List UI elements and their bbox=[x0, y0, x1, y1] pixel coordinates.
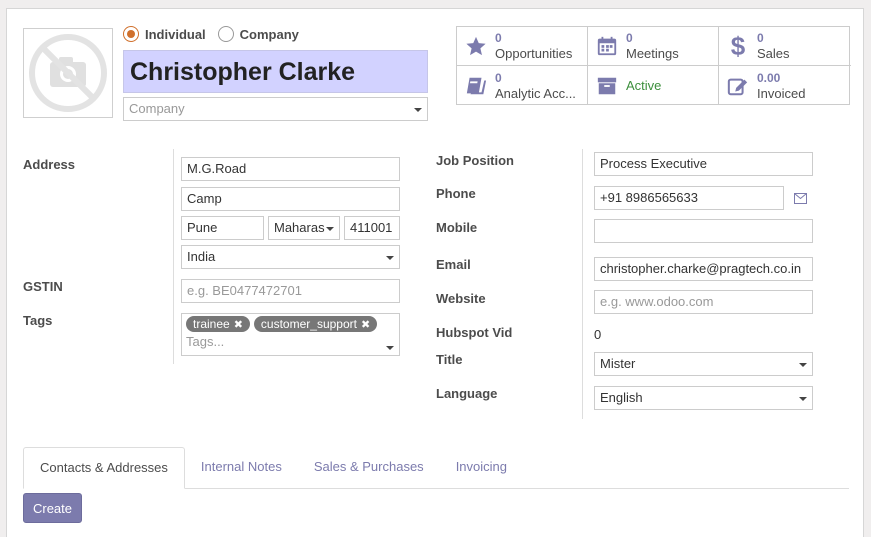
stat-active-toggle[interactable]: Active bbox=[588, 66, 719, 105]
language-select[interactable]: English bbox=[594, 386, 813, 410]
country-select[interactable]: India bbox=[181, 245, 400, 269]
stat-meetings-label: Meetings bbox=[626, 46, 679, 61]
close-icon[interactable]: ✖ bbox=[361, 318, 370, 331]
language-select-value: English bbox=[600, 390, 643, 405]
stat-buttons: 0 Opportunities 0 Meetings $ 0 Sales 0 Analy… bbox=[456, 26, 851, 105]
tags-placeholder: Tags... bbox=[186, 334, 225, 349]
mobile-input[interactable] bbox=[594, 219, 813, 243]
tags-input[interactable]: trainee ✖ customer_support ✖ Tags... bbox=[181, 313, 400, 356]
gstin-input[interactable]: e.g. BE0477472701 bbox=[181, 279, 400, 303]
radio-individual-dot[interactable] bbox=[123, 26, 139, 42]
stat-analytic-accounts-button[interactable]: 0 Analytic Acc... bbox=[457, 66, 588, 105]
stat-opportunities-value: 0 bbox=[495, 31, 502, 45]
phone-input[interactable]: +91 8986565633 bbox=[594, 186, 784, 210]
job-position-input[interactable]: Process Executive bbox=[594, 152, 813, 176]
stat-meetings-value: 0 bbox=[626, 31, 633, 45]
create-button[interactable]: Create bbox=[23, 493, 82, 523]
stat-active-label: Active bbox=[626, 78, 662, 93]
chevron-down-icon bbox=[414, 108, 422, 112]
chevron-down-icon bbox=[386, 256, 394, 260]
notebook-tabs: Contacts & Addresses Internal Notes Sale… bbox=[23, 447, 849, 489]
calendar-icon bbox=[594, 35, 620, 57]
stat-analytic-label: Analytic Acc... bbox=[495, 85, 576, 101]
close-icon[interactable]: ✖ bbox=[234, 318, 243, 331]
chevron-down-icon bbox=[799, 397, 807, 401]
stat-sales-value: 0 bbox=[757, 31, 764, 45]
hubspot-vid-value: 0 bbox=[594, 327, 602, 342]
email-label: Email bbox=[436, 257, 471, 272]
radio-company[interactable]: Company bbox=[217, 26, 299, 42]
tags-list: trainee ✖ customer_support ✖ bbox=[186, 316, 395, 332]
avatar-placeholder[interactable] bbox=[23, 28, 113, 118]
stat-invoiced-label: Invoiced bbox=[757, 85, 806, 101]
stat-opportunities-button[interactable]: 0 Opportunities bbox=[457, 27, 588, 66]
tab-invoicing[interactable]: Invoicing bbox=[440, 447, 523, 489]
tag-label: trainee bbox=[193, 317, 230, 331]
company-select-placeholder: Company bbox=[129, 101, 185, 116]
title-select-value: Mister bbox=[600, 356, 636, 371]
left-column-divider bbox=[173, 149, 174, 364]
stat-analytic-value: 0 bbox=[495, 70, 502, 85]
company-select[interactable]: Company bbox=[123, 97, 428, 121]
book-icon bbox=[463, 75, 489, 97]
website-label: Website bbox=[436, 291, 486, 306]
state-select-value: Maharas bbox=[274, 220, 325, 235]
phone-label: Phone bbox=[436, 186, 476, 201]
website-input[interactable]: e.g. www.odoo.com bbox=[594, 290, 813, 314]
tags-label: Tags bbox=[23, 313, 53, 328]
radio-company-dot[interactable] bbox=[217, 26, 234, 42]
tag-chip[interactable]: trainee ✖ bbox=[186, 316, 250, 332]
language-label: Language bbox=[436, 386, 498, 401]
hubspot-vid-label: Hubspot Vid bbox=[436, 325, 513, 340]
envelope-icon[interactable] bbox=[794, 192, 807, 207]
stat-sales-button[interactable]: $ 0 Sales bbox=[719, 27, 851, 66]
no-camera-icon bbox=[29, 34, 107, 112]
email-input[interactable]: christopher.charke@pragtech.co.in bbox=[594, 257, 813, 281]
tab-internal-notes[interactable]: Internal Notes bbox=[185, 447, 298, 489]
job-position-label: Job Position bbox=[436, 153, 514, 168]
chevron-down-icon bbox=[799, 363, 807, 367]
archive-icon bbox=[594, 75, 620, 97]
city-input[interactable]: Pune bbox=[181, 216, 264, 240]
tab-sales-purchases[interactable]: Sales & Purchases bbox=[298, 447, 440, 489]
radio-individual[interactable]: Individual bbox=[123, 26, 206, 42]
star-icon bbox=[463, 35, 489, 57]
stat-sales-label: Sales bbox=[757, 46, 790, 61]
radio-individual-label: Individual bbox=[145, 26, 206, 42]
tag-label: customer_support bbox=[260, 317, 357, 331]
tab-contacts-addresses[interactable]: Contacts & Addresses bbox=[23, 447, 185, 489]
dollar-icon: $ bbox=[730, 30, 746, 61]
radio-company-label: Company bbox=[239, 26, 299, 42]
country-select-value: India bbox=[187, 249, 216, 264]
state-select[interactable]: Maharas bbox=[268, 216, 340, 240]
stat-invoiced-button[interactable]: 0.00 Invoiced bbox=[719, 66, 851, 105]
title-label: Title bbox=[436, 352, 463, 367]
mobile-label: Mobile bbox=[436, 220, 478, 235]
street2-input[interactable]: Camp bbox=[181, 187, 400, 211]
stat-meetings-button[interactable]: 0 Meetings bbox=[588, 27, 719, 66]
stat-opportunities-label: Opportunities bbox=[495, 46, 573, 61]
company-type-radio-group: Individual Company bbox=[123, 26, 299, 42]
right-column-divider bbox=[582, 149, 583, 419]
address-label: Address bbox=[23, 157, 76, 172]
tag-chip[interactable]: customer_support ✖ bbox=[253, 316, 378, 332]
stat-invoiced-value: 0.00 bbox=[757, 70, 781, 85]
partner-form-sheet: Individual Company Christopher Clarke Co… bbox=[6, 8, 864, 537]
gstin-label: GSTIN bbox=[23, 279, 63, 294]
chevron-down-icon bbox=[326, 227, 334, 231]
chevron-down-icon bbox=[386, 346, 394, 350]
street-input[interactable]: M.G.Road bbox=[181, 157, 400, 181]
partner-name-input[interactable]: Christopher Clarke bbox=[123, 50, 428, 93]
edit-icon bbox=[725, 75, 751, 97]
title-select[interactable]: Mister bbox=[594, 352, 813, 376]
zip-input[interactable]: 411001 bbox=[344, 216, 400, 240]
